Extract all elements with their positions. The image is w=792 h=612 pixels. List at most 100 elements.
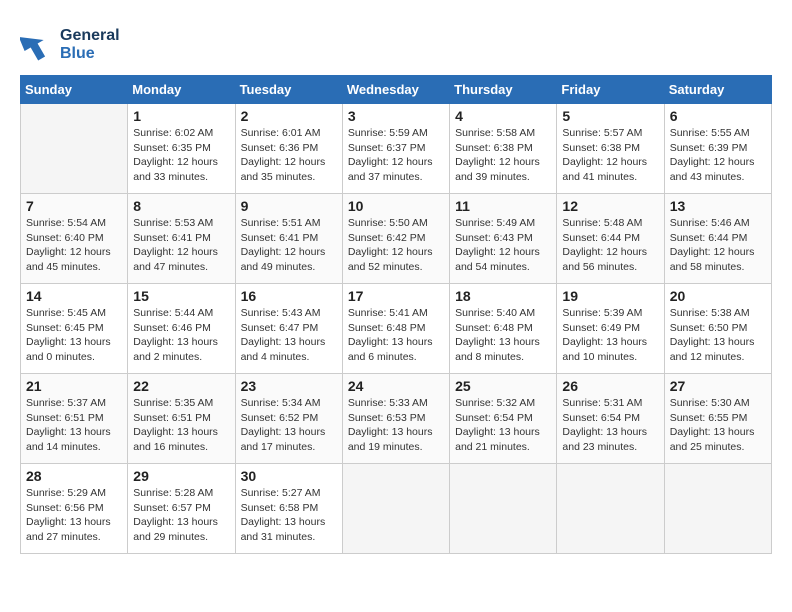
day-content: Sunrise: 5:35 AM Sunset: 6:51 PM Dayligh…	[133, 396, 229, 455]
calendar-cell: 16 Sunrise: 5:43 AM Sunset: 6:47 PM Dayli…	[235, 284, 342, 374]
day-content: Sunrise: 5:43 AM Sunset: 6:47 PM Dayligh…	[241, 306, 337, 365]
day-number: 22	[133, 378, 229, 394]
day-number: 18	[455, 288, 551, 304]
weekday-header: Wednesday	[342, 76, 449, 104]
day-content: Sunrise: 5:55 AM Sunset: 6:39 PM Dayligh…	[670, 126, 766, 185]
calendar-cell: 25 Sunrise: 5:32 AM Sunset: 6:54 PM Dayli…	[450, 374, 557, 464]
day-number: 7	[26, 198, 122, 214]
day-number: 5	[562, 108, 658, 124]
day-content: Sunrise: 5:41 AM Sunset: 6:48 PM Dayligh…	[348, 306, 444, 365]
calendar-week-row: 7 Sunrise: 5:54 AM Sunset: 6:40 PM Daylig…	[21, 194, 772, 284]
calendar-cell: 10 Sunrise: 5:50 AM Sunset: 6:42 PM Dayli…	[342, 194, 449, 284]
calendar-cell: 2Sunrise: 6:01 AM Sunset: 6:36 PM Daylig…	[235, 104, 342, 194]
day-number: 24	[348, 378, 444, 394]
day-content: Sunrise: 5:37 AM Sunset: 6:51 PM Dayligh…	[26, 396, 122, 455]
calendar-cell: 9 Sunrise: 5:51 AM Sunset: 6:41 PM Daylig…	[235, 194, 342, 284]
day-content: Sunrise: 5:40 AM Sunset: 6:48 PM Dayligh…	[455, 306, 551, 365]
day-number: 9	[241, 198, 337, 214]
day-number: 10	[348, 198, 444, 214]
day-number: 27	[670, 378, 766, 394]
day-content: Sunrise: 5:27 AM Sunset: 6:58 PM Dayligh…	[241, 486, 337, 545]
calendar-cell: 4 Sunrise: 5:58 AM Sunset: 6:38 PM Daylig…	[450, 104, 557, 194]
day-number: 11	[455, 198, 551, 214]
calendar-cell	[342, 464, 449, 554]
day-number: 21	[26, 378, 122, 394]
calendar-cell: 8 Sunrise: 5:53 AM Sunset: 6:41 PM Daylig…	[128, 194, 235, 284]
calendar-cell: 20 Sunrise: 5:38 AM Sunset: 6:50 PM Dayli…	[664, 284, 771, 374]
day-number: 4	[455, 108, 551, 124]
weekday-header-row: SundayMondayTuesdayWednesdayThursdayFrid…	[21, 76, 772, 104]
calendar-cell: 7 Sunrise: 5:54 AM Sunset: 6:40 PM Daylig…	[21, 194, 128, 284]
logo-svg: GeneralBlue	[20, 20, 120, 65]
day-content: Sunrise: 5:48 AM Sunset: 6:44 PM Dayligh…	[562, 216, 658, 275]
day-number: 16	[241, 288, 337, 304]
weekday-header: Tuesday	[235, 76, 342, 104]
calendar-cell: 3 Sunrise: 5:59 AM Sunset: 6:37 PM Daylig…	[342, 104, 449, 194]
day-number: 3	[348, 108, 444, 124]
calendar-cell: 18 Sunrise: 5:40 AM Sunset: 6:48 PM Dayli…	[450, 284, 557, 374]
day-number: 20	[670, 288, 766, 304]
page-header: GeneralBlue	[20, 20, 772, 65]
calendar-cell: 27 Sunrise: 5:30 AM Sunset: 6:55 PM Dayli…	[664, 374, 771, 464]
svg-text:General: General	[60, 27, 120, 44]
weekday-header: Thursday	[450, 76, 557, 104]
day-number: 15	[133, 288, 229, 304]
day-content: Sunrise: 5:34 AM Sunset: 6:52 PM Dayligh…	[241, 396, 337, 455]
day-number: 26	[562, 378, 658, 394]
day-number: 1	[133, 108, 229, 124]
weekday-header: Friday	[557, 76, 664, 104]
day-number: 2	[241, 108, 337, 124]
calendar-cell: 23 Sunrise: 5:34 AM Sunset: 6:52 PM Dayli…	[235, 374, 342, 464]
calendar-cell: 12 Sunrise: 5:48 AM Sunset: 6:44 PM Dayli…	[557, 194, 664, 284]
day-content: Sunrise: 5:53 AM Sunset: 6:41 PM Dayligh…	[133, 216, 229, 275]
calendar-cell: 30 Sunrise: 5:27 AM Sunset: 6:58 PM Dayli…	[235, 464, 342, 554]
calendar-week-row: 21 Sunrise: 5:37 AM Sunset: 6:51 PM Dayli…	[21, 374, 772, 464]
day-number: 6	[670, 108, 766, 124]
calendar-cell: 14 Sunrise: 5:45 AM Sunset: 6:45 PM Dayli…	[21, 284, 128, 374]
day-content: Sunrise: 5:50 AM Sunset: 6:42 PM Dayligh…	[348, 216, 444, 275]
calendar-cell: 1Sunrise: 6:02 AM Sunset: 6:35 PM Daylig…	[128, 104, 235, 194]
day-number: 30	[241, 468, 337, 484]
day-content: Sunrise: 5:57 AM Sunset: 6:38 PM Dayligh…	[562, 126, 658, 185]
calendar-cell	[450, 464, 557, 554]
calendar-cell: 21 Sunrise: 5:37 AM Sunset: 6:51 PM Dayli…	[21, 374, 128, 464]
calendar-cell: 24 Sunrise: 5:33 AM Sunset: 6:53 PM Dayli…	[342, 374, 449, 464]
calendar-cell: 28 Sunrise: 5:29 AM Sunset: 6:56 PM Dayli…	[21, 464, 128, 554]
svg-text:Blue: Blue	[60, 45, 95, 62]
day-number: 17	[348, 288, 444, 304]
day-content: Sunrise: 5:44 AM Sunset: 6:46 PM Dayligh…	[133, 306, 229, 365]
calendar-table: SundayMondayTuesdayWednesdayThursdayFrid…	[20, 75, 772, 554]
day-number: 19	[562, 288, 658, 304]
day-number: 25	[455, 378, 551, 394]
day-content: Sunrise: 5:46 AM Sunset: 6:44 PM Dayligh…	[670, 216, 766, 275]
day-content: Sunrise: 5:51 AM Sunset: 6:41 PM Dayligh…	[241, 216, 337, 275]
day-content: Sunrise: 5:32 AM Sunset: 6:54 PM Dayligh…	[455, 396, 551, 455]
calendar-cell	[664, 464, 771, 554]
calendar-cell: 6 Sunrise: 5:55 AM Sunset: 6:39 PM Daylig…	[664, 104, 771, 194]
day-content: Sunrise: 5:38 AM Sunset: 6:50 PM Dayligh…	[670, 306, 766, 365]
day-number: 23	[241, 378, 337, 394]
day-number: 29	[133, 468, 229, 484]
day-number: 28	[26, 468, 122, 484]
day-content: Sunrise: 5:31 AM Sunset: 6:54 PM Dayligh…	[562, 396, 658, 455]
day-number: 14	[26, 288, 122, 304]
day-number: 8	[133, 198, 229, 214]
day-number: 12	[562, 198, 658, 214]
day-content: Sunrise: 5:29 AM Sunset: 6:56 PM Dayligh…	[26, 486, 122, 545]
calendar-cell: 26 Sunrise: 5:31 AM Sunset: 6:54 PM Dayli…	[557, 374, 664, 464]
day-content: Sunrise: 5:59 AM Sunset: 6:37 PM Dayligh…	[348, 126, 444, 185]
calendar-cell	[21, 104, 128, 194]
calendar-cell: 19Sunrise: 5:39 AM Sunset: 6:49 PM Dayli…	[557, 284, 664, 374]
calendar-week-row: 14 Sunrise: 5:45 AM Sunset: 6:45 PM Dayli…	[21, 284, 772, 374]
calendar-cell: 13 Sunrise: 5:46 AM Sunset: 6:44 PM Dayli…	[664, 194, 771, 284]
day-content: Sunrise: 5:58 AM Sunset: 6:38 PM Dayligh…	[455, 126, 551, 185]
calendar-cell: 29Sunrise: 5:28 AM Sunset: 6:57 PM Dayli…	[128, 464, 235, 554]
day-content: Sunrise: 5:45 AM Sunset: 6:45 PM Dayligh…	[26, 306, 122, 365]
day-content: Sunrise: 5:33 AM Sunset: 6:53 PM Dayligh…	[348, 396, 444, 455]
calendar-cell: 17 Sunrise: 5:41 AM Sunset: 6:48 PM Dayli…	[342, 284, 449, 374]
day-content: Sunrise: 5:54 AM Sunset: 6:40 PM Dayligh…	[26, 216, 122, 275]
calendar-cell: 15 Sunrise: 5:44 AM Sunset: 6:46 PM Dayli…	[128, 284, 235, 374]
day-content: Sunrise: 5:30 AM Sunset: 6:55 PM Dayligh…	[670, 396, 766, 455]
calendar-week-row: 28 Sunrise: 5:29 AM Sunset: 6:56 PM Dayli…	[21, 464, 772, 554]
day-number: 13	[670, 198, 766, 214]
